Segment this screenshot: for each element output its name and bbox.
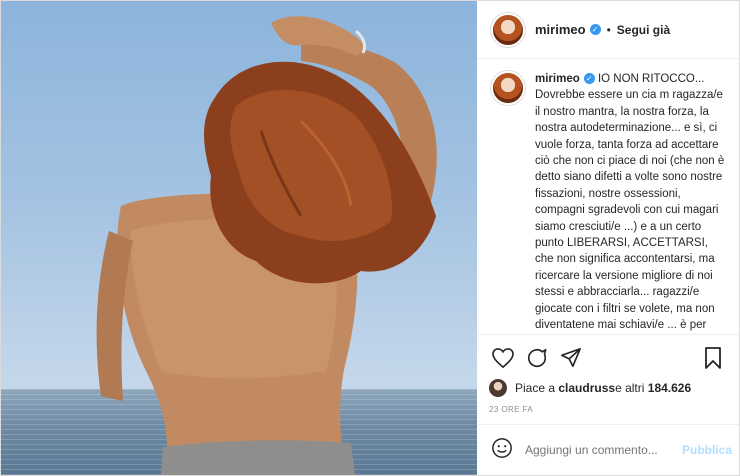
follow-status-button[interactable]: Segui già (617, 23, 670, 37)
post-side-panel: mirimeo ✓ • Segui già mirimeo ✓ IO NON RI… (477, 1, 739, 475)
save-bookmark-icon[interactable] (699, 344, 727, 372)
share-direct-icon[interactable] (557, 344, 585, 372)
post-timestamp[interactable]: 23 ORE FA (489, 405, 727, 414)
caption-area: mirimeo ✓ IO NON RITOCCO... Dovrebbe esse… (477, 59, 739, 334)
post-photo[interactable] (1, 1, 477, 475)
photo-subject (96, 16, 437, 475)
caption-body: Dovrebbe essere un cia m ragazza/e il no… (535, 89, 725, 332)
caption-username[interactable]: mirimeo (535, 73, 580, 85)
separator-dot: • (606, 22, 611, 37)
action-icons (489, 343, 727, 373)
emoji-icon[interactable] (491, 437, 513, 464)
likes-prefix: Piace a (515, 381, 556, 395)
avatar[interactable] (491, 12, 525, 47)
caption-text: mirimeo ✓ IO NON RITOCCO... Dovrebbe esse… (535, 71, 725, 334)
likes-summary: Piace a claudruss e altri 184.626 (489, 377, 727, 399)
caption-avatar[interactable] (491, 71, 525, 105)
caption-title: IO NON RITOCCO... (597, 73, 705, 85)
likes-suffix: e altri (615, 381, 645, 395)
verified-badge-icon: ✓ (589, 24, 601, 35)
like-heart-icon[interactable] (489, 344, 517, 372)
comment-input[interactable] (523, 442, 682, 458)
likes-count[interactable]: 184.626 (648, 381, 691, 395)
caption-verified-badge-icon: ✓ (583, 73, 595, 85)
liker-avatar[interactable] (489, 379, 507, 397)
likes-user[interactable]: claudruss (558, 381, 615, 395)
comment-icon[interactable] (523, 344, 551, 372)
instagram-post: mirimeo ✓ • Segui già mirimeo ✓ IO NON RI… (0, 0, 740, 476)
publish-button[interactable]: Pubblica (682, 443, 732, 457)
comment-bar: Pubblica (477, 424, 739, 475)
post-header: mirimeo ✓ • Segui già (477, 1, 739, 59)
post-actions: Piace a claudruss e altri 184.626 23 ORE… (477, 334, 739, 414)
username[interactable]: mirimeo (535, 22, 586, 37)
